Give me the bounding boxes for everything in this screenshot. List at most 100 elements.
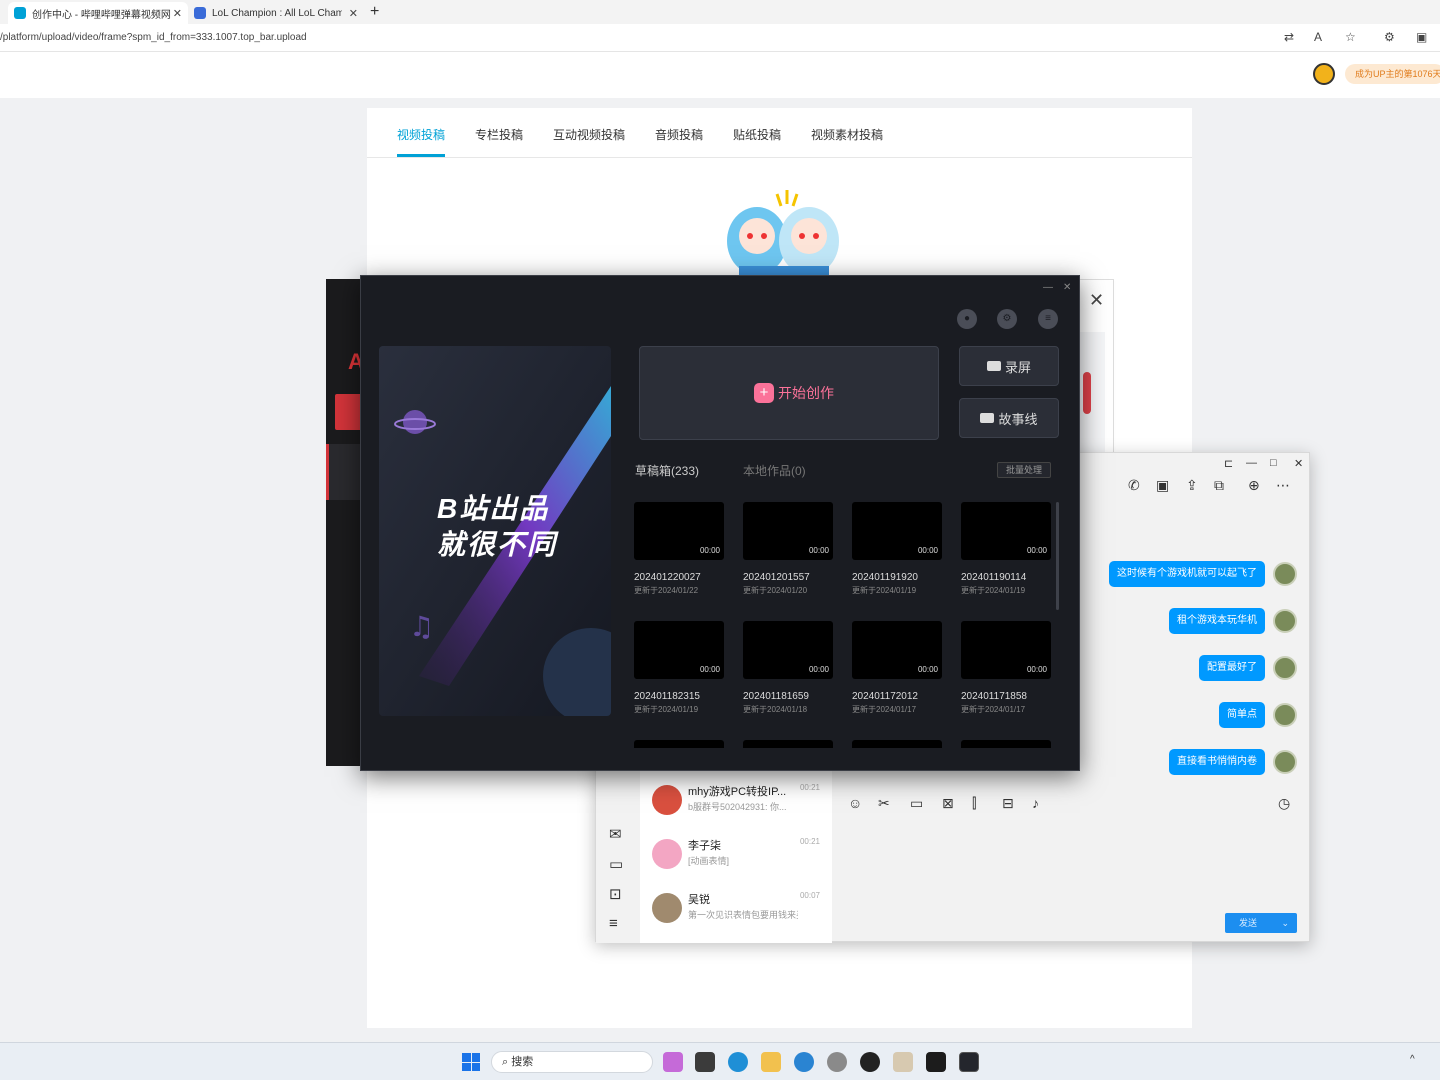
tab-local-works[interactable]: 本地作品(0) xyxy=(743,462,806,479)
read-aloud-icon[interactable]: A xyxy=(1314,30,1322,44)
translate-icon[interactable]: ⇄ xyxy=(1284,30,1294,44)
video-thumbnail[interactable] xyxy=(743,740,833,748)
league-icon[interactable] xyxy=(926,1052,946,1072)
address-bar[interactable]: /platform/upload/video/frame?spm_id_from… xyxy=(0,24,1440,52)
bookmark-icon[interactable]: ⊡ xyxy=(609,885,622,903)
avatar[interactable] xyxy=(1273,703,1297,727)
close-tab-icon[interactable]: ✕ xyxy=(349,7,358,20)
history-icon[interactable]: ◷ xyxy=(1278,795,1290,812)
app-selected-item[interactable] xyxy=(326,444,364,500)
settings-icon[interactable]: ⚙ xyxy=(997,309,1017,329)
mail-icon[interactable]: ✉ xyxy=(609,825,622,843)
message-bubble[interactable]: 直接看书悄悄内卷 xyxy=(1169,749,1265,775)
message-bubble[interactable]: 配置最好了 xyxy=(1199,655,1265,681)
folder-icon[interactable]: ▭ xyxy=(910,795,923,812)
menu-icon[interactable]: ≡ xyxy=(609,915,618,932)
message-bubble[interactable]: 租个游戏本玩华机 xyxy=(1169,608,1265,634)
favorite-star-icon[interactable]: ☆ xyxy=(1345,30,1356,44)
extension-icon[interactable]: ⚙ xyxy=(1384,30,1395,44)
list-item[interactable]: 吴锐 第一次见识表情包要用钱来买... 00:07 xyxy=(640,883,832,937)
edge-browser-icon[interactable] xyxy=(728,1052,748,1072)
video-thumbnail[interactable]: 00:00 xyxy=(852,621,942,679)
avatar[interactable] xyxy=(1273,656,1297,680)
avatar[interactable] xyxy=(1273,562,1297,586)
start-icon[interactable] xyxy=(462,1053,480,1071)
avatar[interactable] xyxy=(1273,750,1297,774)
video-thumbnail[interactable] xyxy=(634,740,724,748)
task-view-icon[interactable] xyxy=(695,1052,715,1072)
tab-video-upload[interactable]: 视频投稿 xyxy=(397,126,445,143)
phone-icon[interactable]: ✆ xyxy=(1128,477,1140,494)
message-icon[interactable]: ≡ xyxy=(1038,309,1058,329)
video-thumbnail[interactable]: 00:00 xyxy=(743,621,833,679)
tab-title: 创作中心 - 哔哩哔哩弹幕视频网 xyxy=(32,9,171,21)
video-thumbnail[interactable]: 00:00 xyxy=(961,621,1051,679)
calendar-icon[interactable]: ▣ xyxy=(1416,30,1427,44)
red-packet-icon[interactable]: ⊟ xyxy=(1002,795,1014,812)
video-thumbnail[interactable]: 00:00 xyxy=(743,502,833,560)
microphone-icon[interactable]: ♪ xyxy=(1032,795,1039,811)
chevron-up-icon[interactable]: ^ xyxy=(1410,1054,1415,1065)
list-item[interactable]: mhy游戏PC转投IP... b服群号502042931: 你... 00:21 xyxy=(640,775,832,829)
video-thumbnail[interactable] xyxy=(961,740,1051,748)
add-member-icon[interactable]: ⊕ xyxy=(1248,477,1260,494)
new-tab-button[interactable]: + xyxy=(370,3,379,21)
file-explorer-icon[interactable] xyxy=(761,1052,781,1072)
qq-icon[interactable] xyxy=(860,1052,880,1072)
video-thumbnail[interactable]: 00:00 xyxy=(634,621,724,679)
tab-article-upload[interactable]: 专栏投稿 xyxy=(475,126,523,143)
close-icon[interactable]: ✕ xyxy=(1089,290,1104,311)
minimize-icon[interactable]: — xyxy=(1043,282,1053,293)
minimize-icon[interactable]: — xyxy=(1246,457,1257,469)
video-thumbnail[interactable]: 00:00 xyxy=(634,502,724,560)
screen-share-icon[interactable]: ⇪ xyxy=(1186,477,1198,494)
conversation-preview: 第一次见识表情包要用钱来买... xyxy=(688,910,798,920)
user-avatar[interactable] xyxy=(1313,63,1335,85)
bilibili-studio-icon[interactable] xyxy=(959,1052,979,1072)
video-thumbnail[interactable]: 00:00 xyxy=(852,502,942,560)
url-text[interactable]: /platform/upload/video/frame?spm_id_from… xyxy=(0,32,307,43)
more-icon[interactable]: ⋯ xyxy=(1276,477,1290,494)
video-date: 更新于2024/01/19 xyxy=(961,586,1026,595)
start-creating-button[interactable]: + 开始创作 xyxy=(639,346,939,440)
remote-desktop-icon[interactable]: ⧉ xyxy=(1214,477,1224,494)
send-button[interactable]: 发送 ⌄ xyxy=(1225,913,1297,933)
account-icon[interactable]: ● xyxy=(957,309,977,329)
video-call-icon[interactable]: ▣ xyxy=(1156,477,1169,494)
close-icon[interactable]: ✕ xyxy=(1063,282,1071,293)
game-icon[interactable] xyxy=(893,1052,913,1072)
video-thumbnail[interactable]: 00:00 xyxy=(961,502,1051,560)
tab-sticker-upload[interactable]: 贴纸投稿 xyxy=(733,126,781,143)
video-thumbnail[interactable] xyxy=(852,740,942,748)
message-bubble[interactable]: 这时候有个游戏机就可以起飞了 xyxy=(1109,561,1265,587)
batch-process-button[interactable]: 批量处理 xyxy=(997,462,1051,478)
compact-mode-icon[interactable]: ⊏ xyxy=(1224,457,1233,470)
close-icon[interactable]: ✕ xyxy=(1294,457,1303,470)
browser-tab-creator-center[interactable]: 创作中心 - 哔哩哔哩弹幕视频网 ✕ xyxy=(8,2,188,24)
shake-icon[interactable]: ⫿ xyxy=(972,795,976,812)
storyline-button[interactable]: 故事线 xyxy=(959,398,1059,438)
tab-audio-upload[interactable]: 音频投稿 xyxy=(655,126,703,143)
browser-tab-lol-champion[interactable]: LoL Champion : All LoL Champion ✕ xyxy=(188,2,364,24)
message-bubble[interactable]: 简单点 xyxy=(1219,702,1265,728)
tab-video-material-upload[interactable]: 视频素材投稿 xyxy=(811,126,883,143)
screen-record-button[interactable]: 录屏 xyxy=(959,346,1059,386)
copilot-icon[interactable] xyxy=(663,1052,683,1072)
maximize-icon[interactable]: □ xyxy=(1270,457,1277,469)
emoji-icon[interactable]: ☺ xyxy=(848,795,862,811)
steam-icon[interactable] xyxy=(827,1052,847,1072)
tab-drafts[interactable]: 草稿箱(233) xyxy=(635,462,699,479)
screenshot-icon[interactable]: ✂ xyxy=(878,795,890,812)
chevron-down-icon[interactable]: ⌄ xyxy=(1281,913,1289,933)
kugou-icon[interactable] xyxy=(794,1052,814,1072)
taskbar-search[interactable]: ⌕ 搜索 xyxy=(491,1051,653,1073)
tab-interactive-video-upload[interactable]: 互动视频投稿 xyxy=(553,126,625,143)
list-item[interactable]: 李子柒 [动画表情] 00:21 xyxy=(640,829,832,883)
avatar[interactable] xyxy=(1273,609,1297,633)
image-icon[interactable]: ⊠ xyxy=(942,795,954,812)
drafts-scrollbar[interactable] xyxy=(1056,502,1059,610)
close-tab-icon[interactable]: ✕ xyxy=(173,7,182,20)
video-duration: 00:00 xyxy=(917,665,938,674)
start-creating-label: 开始创作 xyxy=(778,385,834,401)
folder-icon[interactable]: ▭ xyxy=(609,855,623,873)
